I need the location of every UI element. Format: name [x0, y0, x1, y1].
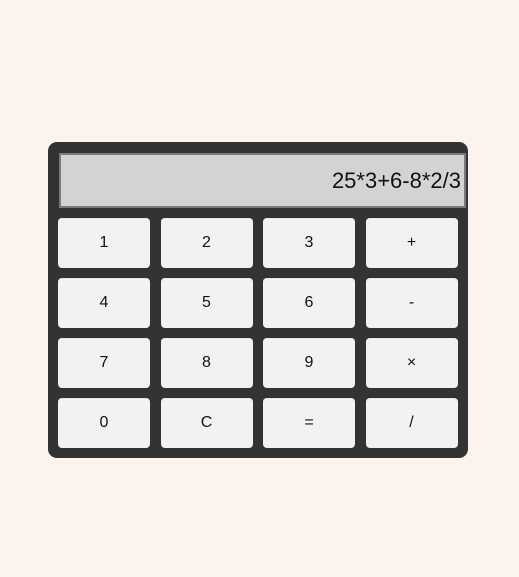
- calculator: 25*3+6-8*2/3 1 2 3 + 4 5 6 - 7 8 9 × 0 C…: [48, 142, 468, 458]
- key-9[interactable]: 9: [263, 338, 355, 388]
- key-1[interactable]: 1: [58, 218, 150, 268]
- key-divide[interactable]: /: [365, 398, 458, 448]
- key-multiply[interactable]: ×: [365, 338, 458, 388]
- key-equals[interactable]: =: [263, 398, 355, 448]
- key-subtract[interactable]: -: [365, 278, 458, 328]
- key-7[interactable]: 7: [58, 338, 150, 388]
- key-2[interactable]: 2: [160, 218, 253, 268]
- keypad: 1 2 3 + 4 5 6 - 7 8 9 × 0 C = /: [58, 218, 458, 448]
- key-5[interactable]: 5: [160, 278, 253, 328]
- key-clear[interactable]: C: [160, 398, 253, 448]
- key-6[interactable]: 6: [263, 278, 355, 328]
- key-8[interactable]: 8: [160, 338, 253, 388]
- key-add[interactable]: +: [365, 218, 458, 268]
- key-3[interactable]: 3: [263, 218, 355, 268]
- key-4[interactable]: 4: [58, 278, 150, 328]
- key-0[interactable]: 0: [58, 398, 150, 448]
- calculator-display: 25*3+6-8*2/3: [59, 153, 466, 208]
